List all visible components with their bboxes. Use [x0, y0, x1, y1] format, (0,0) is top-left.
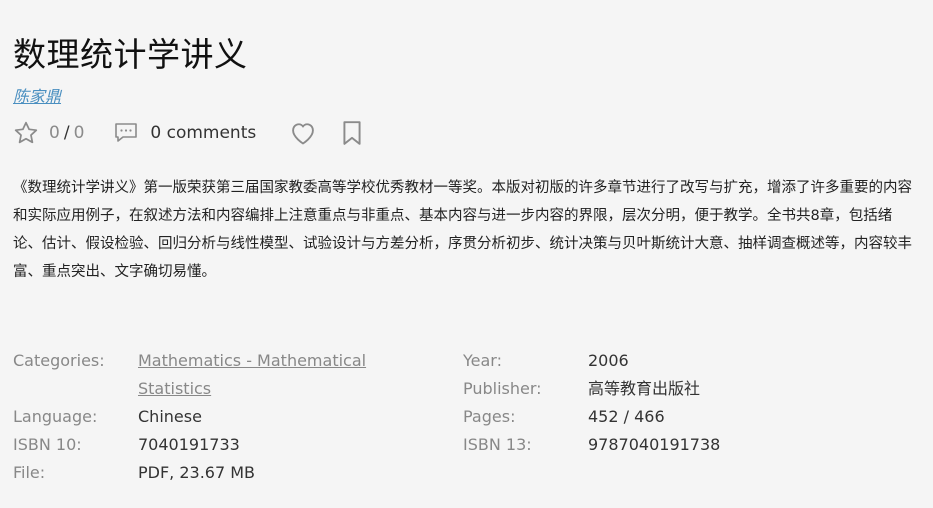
- pages-value: 452 / 466: [588, 407, 665, 426]
- author-link[interactable]: 陈家鼎: [13, 83, 61, 107]
- rating-widget[interactable]: 0/0: [13, 120, 84, 146]
- comments-button[interactable]: 0 comments: [114, 122, 256, 144]
- isbn10-value: 7040191733: [138, 435, 240, 454]
- heart-icon[interactable]: [289, 120, 317, 146]
- rating-value: 0: [49, 123, 60, 143]
- rating-separator: /: [63, 123, 70, 143]
- language-label: Language:: [13, 407, 98, 426]
- comment-icon: [114, 122, 138, 144]
- bookmark-icon[interactable]: [341, 120, 363, 146]
- categories-link-line1[interactable]: Mathematics - Mathematical: [138, 347, 366, 375]
- file-value: PDF, 23.67 MB: [138, 463, 256, 482]
- year-label: Year:: [463, 351, 502, 370]
- pages-label: Pages:: [463, 407, 516, 426]
- rating-count: 0: [73, 123, 85, 143]
- isbn13-label: ISBN 13:: [463, 435, 532, 454]
- publisher-value: 高等教育出版社: [588, 379, 701, 398]
- star-icon[interactable]: [13, 120, 39, 146]
- comments-label: 0 comments: [150, 123, 257, 143]
- book-description: 《数理统计学讲义》第一版荣获第三届国家教委高等学校优秀教材一等奖。本版对初版的许…: [13, 180, 912, 280]
- action-bar: 0/0 0 comments: [13, 118, 363, 148]
- isbn10-label: ISBN 10:: [13, 435, 82, 454]
- language-value: Chinese: [138, 407, 202, 426]
- file-label: File:: [13, 463, 46, 482]
- isbn13-value: 9787040191738: [588, 435, 721, 454]
- year-value: 2006: [588, 351, 629, 370]
- book-detail-page: 数理统计学讲义 陈家鼎 0/0 0 comments 《数理统计学讲义》第一版荣…: [0, 0, 933, 508]
- rating-text: 0/0: [49, 123, 84, 143]
- book-title: 数理统计学讲义: [13, 35, 248, 74]
- categories-label: Categories:: [13, 351, 105, 370]
- categories-link-line2[interactable]: Statistics: [138, 375, 211, 403]
- publisher-label: Publisher:: [463, 379, 542, 398]
